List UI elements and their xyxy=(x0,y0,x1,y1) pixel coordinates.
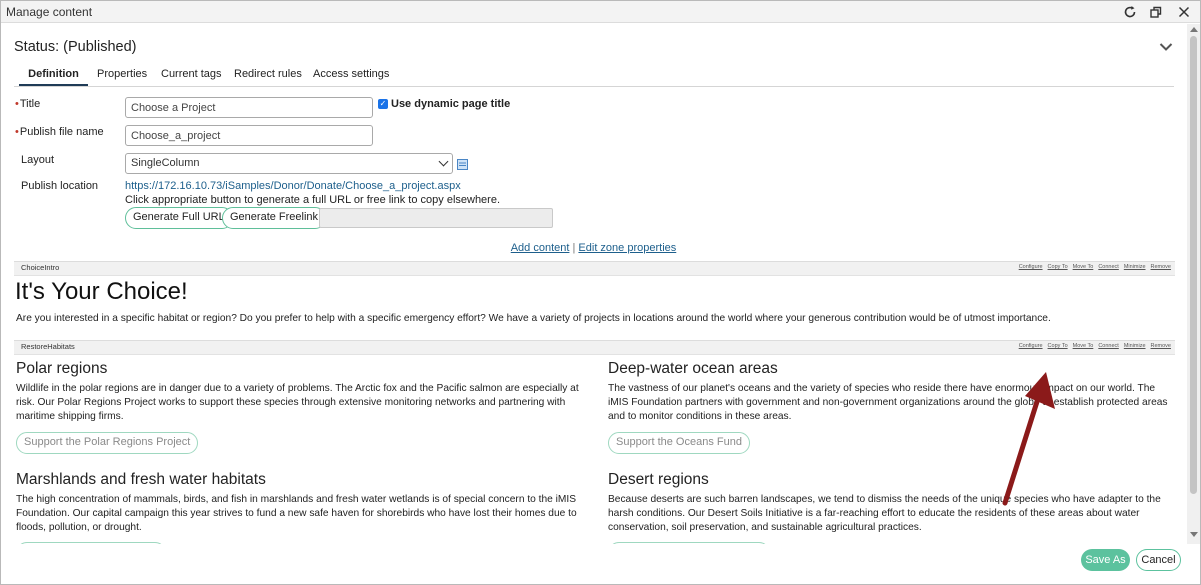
generate-full-url-button[interactable]: Generate Full URL xyxy=(125,207,233,229)
generate-freelink-button[interactable]: Generate Freelink xyxy=(222,207,327,229)
scroll-up-icon[interactable] xyxy=(1190,27,1198,32)
zone-header-restorehabitats: RestoreHabitats Configure Copy To Move To C… xyxy=(14,340,1175,355)
connect-link[interactable]: Connect xyxy=(1098,343,1119,349)
edit-zone-properties-link[interactable]: Edit zone properties xyxy=(578,242,676,254)
tab-access-settings[interactable]: Access settings xyxy=(313,66,389,86)
zone-links-separator: | xyxy=(572,242,576,254)
publish-url-link[interactable]: https://172.16.10.73/iSamples/Donor/Dona… xyxy=(125,180,461,192)
move-to-link[interactable]: Move To xyxy=(1073,343,1094,349)
support-oceans-button[interactable]: Support the Oceans Fund xyxy=(608,432,750,454)
habitat-title: Marshlands and fresh water habitats xyxy=(16,471,266,488)
close-icon[interactable] xyxy=(1176,4,1192,20)
tab-redirect-rules[interactable]: Redirect rules xyxy=(234,66,302,86)
configure-link[interactable]: Configure xyxy=(1019,264,1043,270)
configure-link[interactable]: Configure xyxy=(1019,343,1043,349)
tab-definition[interactable]: Definition xyxy=(19,66,88,86)
zone-links: Add content | Edit zone properties xyxy=(1,242,1186,254)
copy-to-link[interactable]: Copy To xyxy=(1048,343,1068,349)
page-status: Status: (Published) xyxy=(14,39,137,55)
dynamic-title-checkbox[interactable]: ✓ xyxy=(378,99,388,109)
habitat-text: The high concentration of mammals, birds… xyxy=(16,494,577,533)
habitat-text: The vastness of our planet's oceans and … xyxy=(608,383,1168,422)
zone-actions: Configure Copy To Move To Connect Minimize Re… xyxy=(1014,343,1171,349)
chevron-down-icon xyxy=(438,156,449,167)
remove-link[interactable]: Remove xyxy=(1151,343,1171,349)
save-as-button[interactable]: Save As xyxy=(1081,549,1130,571)
publish-file-label: •Publish file name xyxy=(15,126,104,138)
window-title: Manage content xyxy=(6,5,93,19)
zone-actions: Configure Copy To Move To Connect Minimize Re… xyxy=(1014,264,1171,270)
support-polar-button[interactable]: Support the Polar Regions Project xyxy=(16,432,199,454)
layout-selected-value: SingleColumn xyxy=(131,157,200,169)
zone-name: RestoreHabitats xyxy=(21,342,75,351)
title-input[interactable] xyxy=(125,97,373,118)
move-to-link[interactable]: Move To xyxy=(1073,264,1094,270)
dynamic-title-label: Use dynamic page title xyxy=(391,98,511,110)
vertical-scrollbar[interactable] xyxy=(1187,24,1200,544)
habitat-title: Desert regions xyxy=(608,471,709,488)
chevron-down-icon[interactable] xyxy=(1159,42,1173,52)
layout-label: Layout xyxy=(21,154,55,166)
publish-file-input[interactable] xyxy=(125,125,373,146)
publish-hint: Click appropriate button to generate a f… xyxy=(125,194,501,206)
title-label: •Title xyxy=(15,98,41,110)
scrollbar-thumb[interactable] xyxy=(1190,36,1197,494)
tabs-divider xyxy=(14,86,1174,87)
manage-content-window: Manage content Status: (Published) Defin… xyxy=(0,0,1201,585)
add-content-link[interactable]: Add content xyxy=(511,242,570,254)
tab-current-tags[interactable]: Current tags xyxy=(161,66,222,86)
tab-properties[interactable]: Properties xyxy=(97,66,147,86)
minimize-link[interactable]: Minimize xyxy=(1124,264,1146,270)
annotation-arrow xyxy=(1002,372,1055,506)
habitat-text: Because deserts are such barren landscap… xyxy=(608,494,1161,533)
refresh-icon[interactable] xyxy=(1122,4,1138,20)
dialog-footer: Save As Cancel xyxy=(1,544,1200,584)
layout-preview-icon[interactable] xyxy=(457,159,468,170)
choice-heading: It's Your Choice! xyxy=(15,278,188,305)
scroll-down-icon[interactable] xyxy=(1190,532,1198,537)
minimize-link[interactable]: Minimize xyxy=(1124,343,1146,349)
zone-header-choiceintro: ChoiceIntro Configure Copy To Move To Conne… xyxy=(14,261,1175,276)
generated-url-field[interactable] xyxy=(319,208,553,228)
restore-window-icon[interactable] xyxy=(1148,4,1164,20)
zone-name: ChoiceIntro xyxy=(21,263,60,272)
remove-link[interactable]: Remove xyxy=(1151,264,1171,270)
habitat-text: Wildlife in the polar regions are in dan… xyxy=(16,383,579,422)
choice-intro-text: Are you interested in a specific habitat… xyxy=(16,313,1051,324)
publish-location-label: Publish location xyxy=(21,180,99,192)
content-area: Status: (Published) Definition Propertie… xyxy=(1,24,1186,544)
habitat-title: Deep-water ocean areas xyxy=(608,360,778,377)
copy-to-link[interactable]: Copy To xyxy=(1048,264,1068,270)
cancel-button[interactable]: Cancel xyxy=(1136,549,1181,571)
layout-select[interactable]: SingleColumn xyxy=(125,153,453,174)
connect-link[interactable]: Connect xyxy=(1098,264,1119,270)
habitat-title: Polar regions xyxy=(16,360,108,377)
window-titlebar: Manage content xyxy=(1,1,1200,23)
